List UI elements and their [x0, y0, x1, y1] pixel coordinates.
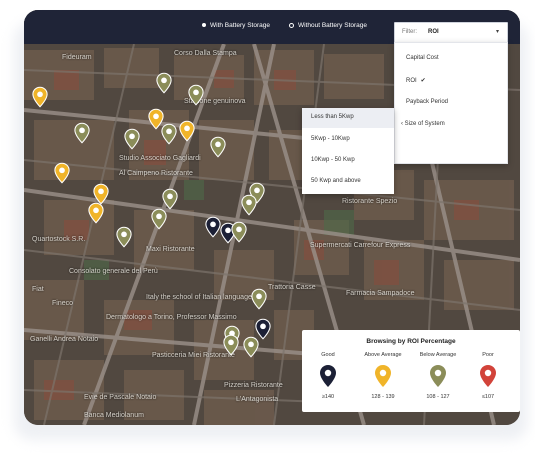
menu-item-roi-label: ROI	[406, 78, 417, 84]
submenu-item-10-50kwp[interactable]: 10Kwp - 50 Kwp	[311, 157, 355, 163]
filter-value: ROI	[428, 29, 439, 35]
map-card: Fideuram Corso Dalla Stampa Stazione gen…	[24, 10, 520, 425]
chevron-down-icon: ▾	[495, 29, 499, 35]
radio-selected-icon	[202, 23, 206, 28]
roi-legend: Browsing by ROI Percentage Good ≥140 Abo…	[302, 330, 520, 412]
menu-item-roi[interactable]: ROI ✔	[406, 77, 426, 84]
toggle-with-battery-label: With Battery Storage	[210, 22, 270, 29]
submenu-item-less-than-5kwp[interactable]: Less than 5Kwp	[302, 108, 394, 128]
legend-title: Browsing by ROI Percentage	[366, 338, 456, 345]
map-label: Ganelli Andrea Notaio	[30, 336, 99, 343]
map-label: Dermatologo a Torino, Professor Massimo	[106, 314, 237, 321]
legend-label: Above Average	[364, 352, 402, 358]
legend-label: Good	[321, 352, 335, 358]
map-pin-icon	[375, 365, 391, 387]
map-pin-icon	[320, 365, 336, 387]
legend-range: 128 - 139	[371, 394, 395, 400]
filter-menu: Capital Cost ROI ✔ Payback Period ‹ Size …	[394, 42, 508, 164]
map-label: Corso Dalla Stampa	[174, 50, 237, 57]
toggle-with-battery[interactable]: With Battery Storage	[202, 22, 270, 29]
menu-item-size-label: Size of System	[404, 121, 445, 127]
legend-good: Good ≥140	[302, 352, 354, 400]
submenu-item-5-10kwp[interactable]: 5Kwp - 10Kwp	[311, 136, 350, 142]
filter-dropdown[interactable]: Filter: ROI ▾	[394, 22, 508, 43]
legend-label: Poor	[482, 352, 494, 358]
map-label: Ristorante Spezio	[342, 198, 398, 205]
legend-range: ≤107	[481, 394, 495, 400]
radio-unselected-icon	[289, 22, 294, 28]
chevron-left-icon: ‹	[401, 121, 403, 127]
legend-above-average: Above Average 128 - 139	[357, 352, 409, 400]
map-label: Banca Mediolanum	[84, 412, 144, 419]
legend-label: Below Average	[419, 352, 457, 358]
map-label: Fiat	[32, 286, 44, 293]
menu-item-payback-period[interactable]: Payback Period	[406, 99, 448, 105]
legend-range: 108 - 127	[426, 394, 450, 400]
legend-range: ≥140	[321, 394, 335, 400]
check-icon: ✔	[420, 78, 426, 84]
legend-poor: Poor ≤107	[462, 352, 514, 400]
map-label: Supermercati Carrefour Express	[310, 242, 411, 249]
map-label: L'Antagonista	[236, 396, 279, 403]
map-pin-icon	[480, 365, 496, 387]
map-label: Maxi Ristorante	[146, 246, 195, 253]
filter-label: Filter:	[402, 29, 417, 35]
submenu-item-label: Less than 5Kwp	[311, 114, 354, 120]
map-label: Evie de Pascale Notaio	[84, 394, 157, 401]
map-label: Trattoria Casse	[268, 284, 316, 291]
menu-item-capital-cost[interactable]: Capital Cost	[406, 55, 439, 61]
toggle-without-battery[interactable]: Without Battery Storage	[289, 22, 367, 29]
map-label: Fineco	[52, 300, 74, 307]
map-label: Fideuram	[62, 54, 92, 61]
map-label: Farmacia Sampadoce	[346, 290, 415, 297]
toggle-without-battery-label: Without Battery Storage	[298, 22, 368, 29]
map-label: Studio Associato Gagliardi	[119, 155, 201, 162]
submenu-item-50kwp-above[interactable]: 50 Kwp and above	[311, 178, 361, 184]
size-submenu: Less than 5Kwp 5Kwp - 10Kwp 10Kwp - 50 K…	[302, 108, 394, 194]
map-label: Pizzeria Ristorante	[224, 382, 283, 389]
map-pin-icon	[430, 365, 446, 387]
map-label: Italy the school of Italian language	[146, 294, 252, 301]
map-label: Consolato generale del Perù	[69, 268, 158, 275]
map-label: Quartostock S.R.	[32, 236, 86, 243]
menu-item-size-of-system[interactable]: ‹ Size of System	[401, 121, 445, 127]
map-label: Al Caimpeno Ristorante	[119, 170, 193, 177]
legend-below-average: Below Average 108 - 127	[412, 352, 464, 400]
